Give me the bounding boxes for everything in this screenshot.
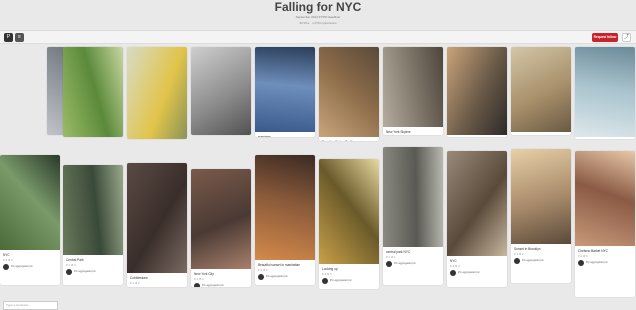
pin-description: Looking up [322, 267, 338, 271]
board-toolbar: P ≡ Request follow ⤴ [0, 30, 636, 44]
follow-button[interactable]: Request follow [592, 33, 618, 42]
pin-attribution[interactable]: Pin aggregated pin [202, 284, 224, 287]
pin-image[interactable] [63, 165, 123, 255]
pin-description: NYC [3, 253, 10, 257]
pinner-avatar[interactable] [450, 270, 456, 276]
share-icon[interactable]: ⤴ [622, 33, 631, 42]
pin-card[interactable]: NYC ♥ 3 ★ 3 Pin aggregated pin [447, 151, 507, 287]
pin-image[interactable] [383, 147, 443, 247]
pin-description: Beautiful sunset in manhattan [258, 263, 300, 267]
comment-input[interactable]: Type a comment... [3, 301, 58, 310]
pin-card[interactable]: Cobblestone♥ 1 ★ 2Pin aggregated pin [127, 163, 187, 287]
pin-description: Cobblestone [130, 276, 148, 280]
pin-image[interactable] [447, 151, 507, 256]
pin-description: Brooklyn Bridge Traffic [322, 140, 376, 141]
pin-stats: ♥ 1 ★ 2 [130, 281, 140, 285]
pinterest-icon[interactable]: P [4, 33, 13, 42]
pin-description: central park NYC [386, 250, 411, 254]
board-header: Falling for NYC September 2013 PYPR Head… [0, 0, 636, 28]
pinner-avatar[interactable] [386, 261, 392, 267]
pin-description: Chelsea Market NYC [578, 249, 608, 253]
pin-image[interactable] [127, 163, 187, 273]
pin-stats: ♥ 3 ★ 3 [450, 264, 460, 268]
pin-attribution[interactable]: Pin aggregated pin [458, 271, 480, 274]
pin-image[interactable] [575, 47, 635, 137]
pin-card[interactable]: New York Skyline♥ 4 ★ 4Pin aggregated pi… [383, 47, 443, 135]
pin-stats: ♥ 2 ★ 4 [66, 263, 76, 267]
pinner-avatar[interactable] [578, 260, 584, 266]
pinner-avatar[interactable] [194, 283, 200, 287]
pin-image[interactable] [127, 47, 187, 139]
pinner-avatar[interactable] [258, 274, 264, 280]
pin-image[interactable] [319, 159, 379, 264]
pin-attribution[interactable]: Pin aggregated pin [330, 279, 352, 282]
pin-stats: ♥ 2 ★ 1 [386, 255, 396, 259]
pin-image[interactable] [191, 47, 251, 135]
grid-icon[interactable]: ≡ [15, 33, 24, 42]
pin-stats: ♥ 4 ★ 4 [194, 277, 204, 281]
pin-card[interactable]: Reflection | New York♥ 3 ★ 5Pin aggregat… [447, 47, 507, 137]
pin-attribution[interactable]: Pin aggregated pin [266, 275, 288, 278]
pin-attribution[interactable]: Pin aggregated pin [74, 270, 96, 273]
pin-description: NYC [450, 259, 457, 263]
pin-stats: ♥ 3 ★ 3 [3, 258, 13, 262]
pin-image[interactable] [447, 47, 507, 135]
pin-image[interactable] [0, 155, 60, 250]
pin-card[interactable]: Looking up ♥ 3 ★ 5 Pin aggregated pin [319, 159, 379, 289]
pin-card[interactable]: evenings♥ 4 ★ 3Pin aggregated pin [255, 47, 315, 137]
pin-description: evenings [258, 135, 271, 137]
pin-stats: ♥ 2 ★ 6 [578, 254, 588, 258]
pin-image[interactable] [511, 149, 571, 244]
pin-image[interactable] [191, 169, 251, 269]
pin-image[interactable] [63, 47, 123, 137]
pin-image[interactable] [255, 47, 315, 132]
pin-card[interactable]: You'll see if this city♥ 6 ★ 2Pin aggreg… [191, 47, 251, 135]
pin-description: New York City [194, 272, 214, 276]
board-stats: 30 Pins · 1,078 Impressions [299, 21, 337, 25]
pin-card[interactable]: Causing it at the ny - lifeisBusy, by Di… [127, 47, 187, 139]
pin-image[interactable] [255, 155, 315, 260]
pin-card[interactable]: New York City ♥ 4 ★ 4 Pin aggregated pin [191, 169, 251, 287]
pin-card[interactable]: Brooklyn Bridge Traffic♥ 2 ★ 9Pin aggreg… [319, 47, 379, 141]
pinner-avatar[interactable] [66, 269, 72, 275]
pin-card[interactable]: NYC, Central Park in Spring♥ 3 ★ 7Pin ag… [63, 47, 123, 137]
pin-attribution[interactable]: Pin aggregated pin [11, 265, 33, 268]
pin-description: New York Skyline [386, 130, 411, 134]
pinner-avatar[interactable] [514, 258, 520, 264]
pin-card[interactable]: Sunset in Brooklyn ♥ 4 ★ 2 Pin aggregated … [511, 149, 571, 283]
pin-stats: ♥ 3 ★ 5 [322, 272, 332, 276]
pin-stats: ♥ 2 ★ 3 [258, 268, 268, 272]
pin-image[interactable] [511, 47, 571, 132]
pin-stats: ♥ 4 ★ 2 [514, 252, 524, 256]
pin-image[interactable] [575, 151, 635, 246]
pinner-avatar[interactable] [322, 278, 328, 284]
pin-card[interactable]: Lady Liberty♥ 6 ★ 8Pin aggregated pin [575, 47, 635, 139]
board-title: Falling for NYC [274, 0, 362, 14]
pin-description: Central Park [66, 258, 84, 262]
pin-card[interactable]: Beautiful sunset in manhattan ♥ 2 ★ 3 Pin … [255, 155, 315, 285]
pin-card[interactable]: Central Park ♥ 2 ★ 4 Pin aggregated pin [63, 165, 123, 285]
pin-description: Sunset in Brooklyn [514, 247, 541, 251]
pin-image[interactable] [383, 47, 443, 127]
board-subtitle: September 2013 PYPR Headliner [295, 15, 341, 19]
pin-attribution[interactable]: Pin aggregated pin [522, 259, 544, 262]
pin-card[interactable]: NYC♥ 5 ★ 3Pin aggregated pin [511, 47, 571, 135]
pin-image[interactable] [319, 47, 379, 137]
pinner-avatar[interactable] [3, 264, 9, 270]
pin-card[interactable]: central park NYC ♥ 2 ★ 1 Pin aggregated pi… [383, 147, 443, 285]
pin-attribution[interactable]: Pin aggregated pin [586, 261, 608, 264]
pin-attribution[interactable]: Pin aggregated pin [394, 262, 416, 265]
pin-card[interactable]: NYC ♥ 3 ★ 3 Pin aggregated pin [0, 155, 60, 285]
pin-card[interactable]: Chelsea Market NYC ♥ 2 ★ 6 Pin aggregated … [575, 151, 635, 297]
